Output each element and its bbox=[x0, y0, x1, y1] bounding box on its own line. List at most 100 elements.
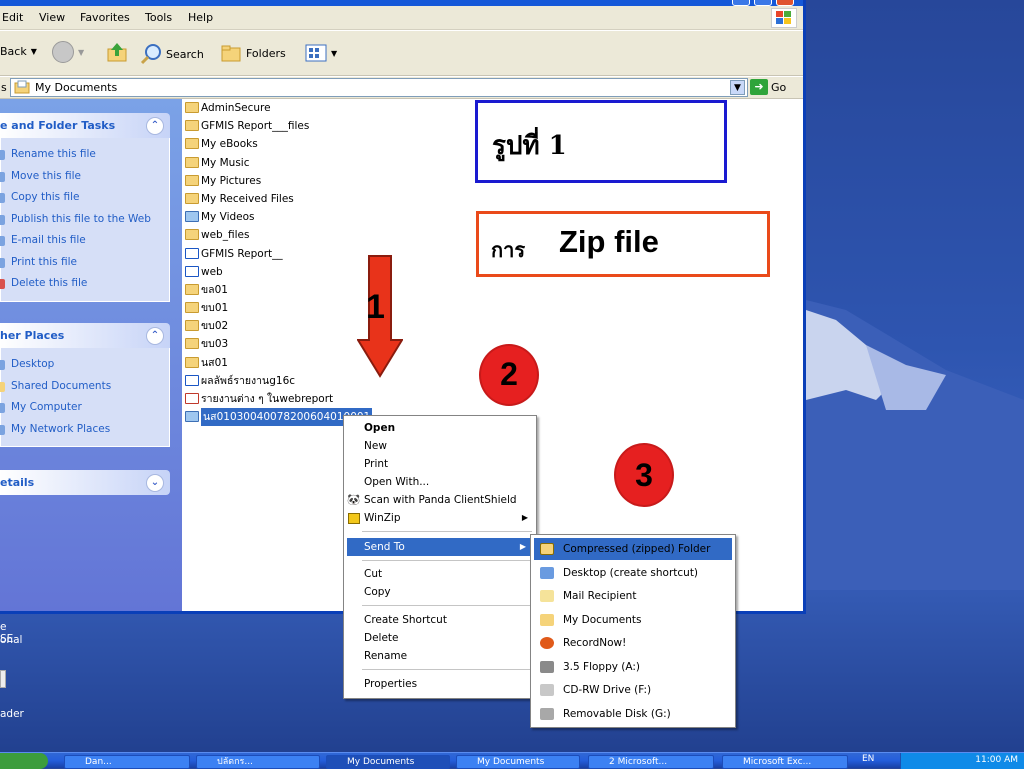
file-list: AdminSecure GFMIS Report___files My eBoo… bbox=[184, 99, 444, 427]
file-item[interactable]: My Received Files bbox=[184, 190, 444, 208]
file-item[interactable]: นส01 bbox=[184, 354, 444, 372]
task-rename-file[interactable]: Rename this file bbox=[0, 144, 169, 166]
menu-scan-panda[interactable]: 🐼 Scan with Panda ClientShield bbox=[344, 491, 536, 509]
menu-send-to[interactable]: Send To ▶ bbox=[347, 538, 534, 556]
task-print-file[interactable]: Print this file bbox=[0, 252, 169, 274]
sendto-compressed-folder[interactable]: Compressed (zipped) Folder bbox=[534, 538, 732, 560]
folder-icon bbox=[185, 338, 199, 350]
menu-winzip[interactable]: WinZip ▶ bbox=[344, 509, 536, 527]
sendto-mail-recipient[interactable]: Mail Recipient bbox=[534, 585, 732, 607]
sendto-floppy[interactable]: 3.5 Floppy (A:) bbox=[534, 656, 732, 678]
file-item[interactable]: AdminSecure bbox=[184, 99, 444, 117]
collapse-chevron-icon[interactable]: ⌃ bbox=[146, 117, 164, 135]
file-item[interactable]: ขบ02 bbox=[184, 317, 444, 335]
desktop-label[interactable]: onal bbox=[0, 634, 22, 646]
menu-create-shortcut[interactable]: Create Shortcut bbox=[344, 611, 536, 629]
menu-cut[interactable]: Cut bbox=[344, 565, 536, 583]
go-button[interactable]: ➜ Go bbox=[750, 79, 786, 95]
task-copy-file[interactable]: Copy this file bbox=[0, 187, 169, 209]
task-email-file[interactable]: E-mail this file bbox=[0, 230, 169, 252]
clock[interactable]: 11:00 AM bbox=[975, 753, 1018, 768]
details-header[interactable]: etails ⌄ bbox=[0, 470, 170, 495]
desktop-icon bbox=[540, 567, 554, 579]
menu-print[interactable]: Print bbox=[344, 455, 536, 473]
sendto-my-documents[interactable]: My Documents bbox=[534, 609, 732, 631]
task-delete-file[interactable]: Delete this file bbox=[0, 273, 169, 295]
place-desktop[interactable]: Desktop bbox=[0, 354, 169, 376]
taskbar-item[interactable]: Microsoft Exc... bbox=[722, 755, 848, 769]
place-my-network-places[interactable]: My Network Places bbox=[0, 419, 169, 441]
menu-open[interactable]: Open bbox=[344, 419, 536, 437]
video-folder-icon bbox=[185, 211, 199, 223]
place-shared-documents[interactable]: Shared Documents bbox=[0, 376, 169, 398]
file-item[interactable]: My Pictures bbox=[184, 172, 444, 190]
collapse-chevron-icon[interactable]: ⌃ bbox=[146, 327, 164, 345]
taskbar-item[interactable]: Dan... bbox=[64, 755, 190, 769]
menu-separator bbox=[362, 605, 532, 606]
sendto-removable-disk[interactable]: Removable Disk (G:) bbox=[534, 703, 732, 725]
taskbar-item[interactable]: ปลัดกร... bbox=[196, 755, 320, 769]
taskbar-item[interactable]: My Documents bbox=[456, 755, 580, 769]
menu-edit[interactable]: Edit bbox=[2, 11, 23, 24]
sendto-recordnow[interactable]: RecordNow! bbox=[534, 632, 732, 654]
file-item[interactable]: My Videos bbox=[184, 208, 444, 226]
folders-button[interactable]: Folders bbox=[220, 43, 286, 63]
start-button[interactable] bbox=[0, 753, 48, 769]
language-indicator[interactable]: EN bbox=[862, 754, 874, 764]
views-button[interactable]: ▼ bbox=[305, 44, 337, 62]
file-item[interactable]: ขบ01 bbox=[184, 299, 444, 317]
address-input[interactable]: My Documents ▼ bbox=[10, 78, 748, 97]
sendto-desktop-shortcut[interactable]: Desktop (create shortcut) bbox=[534, 562, 732, 584]
back-button[interactable]: Back ▼ bbox=[0, 45, 37, 58]
music-folder-icon bbox=[185, 156, 199, 168]
menu-new[interactable]: New bbox=[344, 437, 536, 455]
file-item[interactable]: ผลลัพธ์รายงานg16c bbox=[184, 372, 444, 390]
expand-chevron-icon[interactable]: ⌄ bbox=[146, 474, 164, 492]
place-my-computer[interactable]: My Computer bbox=[0, 397, 169, 419]
menu-copy[interactable]: Copy bbox=[344, 583, 536, 601]
address-bar: s My Documents ▼ ➜ Go bbox=[0, 77, 803, 99]
file-item[interactable]: GFMIS Report__ bbox=[184, 245, 444, 263]
menu-help[interactable]: Help bbox=[188, 11, 213, 24]
forward-button[interactable]: ▼ bbox=[52, 41, 84, 63]
menu-view[interactable]: View bbox=[39, 11, 65, 24]
menu-tools[interactable]: Tools bbox=[145, 11, 172, 24]
file-item[interactable]: GFMIS Report___files bbox=[184, 117, 444, 135]
taskbar-item[interactable]: 2 Microsoft... bbox=[588, 755, 714, 769]
file-item[interactable]: web_files bbox=[184, 226, 444, 244]
file-item[interactable]: My Music bbox=[184, 154, 444, 172]
file-item[interactable]: รายงานต่าง ๆ ในwebreport bbox=[184, 390, 444, 408]
html-file-icon bbox=[185, 374, 199, 386]
file-item[interactable]: ขล01 bbox=[184, 281, 444, 299]
task-move-file[interactable]: Move this file bbox=[0, 166, 169, 188]
address-dropdown-icon[interactable]: ▼ bbox=[730, 80, 745, 95]
menu-properties[interactable]: Properties bbox=[344, 675, 536, 693]
zipped-folder-icon bbox=[540, 543, 554, 555]
context-menu: Open New Print Open With... 🐼 Scan with … bbox=[343, 415, 537, 699]
toolbar: Back ▼ ▼ Search Folders ▼ bbox=[0, 31, 803, 76]
menu-favorites[interactable]: Favorites bbox=[80, 11, 130, 24]
menu-separator bbox=[362, 560, 532, 561]
figure-title: รูปที่ 1 bbox=[492, 131, 567, 161]
menu-open-with[interactable]: Open With... bbox=[344, 473, 536, 491]
other-places-header[interactable]: her Places ⌃ bbox=[0, 323, 170, 348]
sendto-cd-drive[interactable]: CD-RW Drive (F:) bbox=[534, 679, 732, 701]
up-folder-button[interactable] bbox=[106, 41, 128, 63]
step-3-badge: 3 bbox=[614, 443, 674, 507]
document-icon[interactable] bbox=[0, 670, 6, 688]
menu-delete[interactable]: Delete bbox=[344, 629, 536, 647]
file-item[interactable]: web bbox=[184, 263, 444, 281]
search-button[interactable]: Search bbox=[140, 43, 204, 65]
views-icon bbox=[305, 44, 327, 62]
menu-separator bbox=[362, 669, 532, 670]
desktop-label[interactable]: ader bbox=[0, 708, 24, 720]
taskbar-item-active[interactable]: My Documents bbox=[326, 755, 450, 769]
shared-folder-icon bbox=[0, 381, 5, 392]
step-2-badge: 2 bbox=[479, 344, 539, 406]
file-item[interactable]: My eBooks bbox=[184, 135, 444, 153]
file-item[interactable]: ขบ03 bbox=[184, 335, 444, 353]
folder-icon bbox=[185, 229, 199, 241]
task-publish-web[interactable]: Publish this file to the Web bbox=[0, 209, 169, 231]
file-folder-tasks-header[interactable]: e and Folder Tasks ⌃ bbox=[0, 113, 170, 138]
menu-rename[interactable]: Rename bbox=[344, 647, 536, 665]
